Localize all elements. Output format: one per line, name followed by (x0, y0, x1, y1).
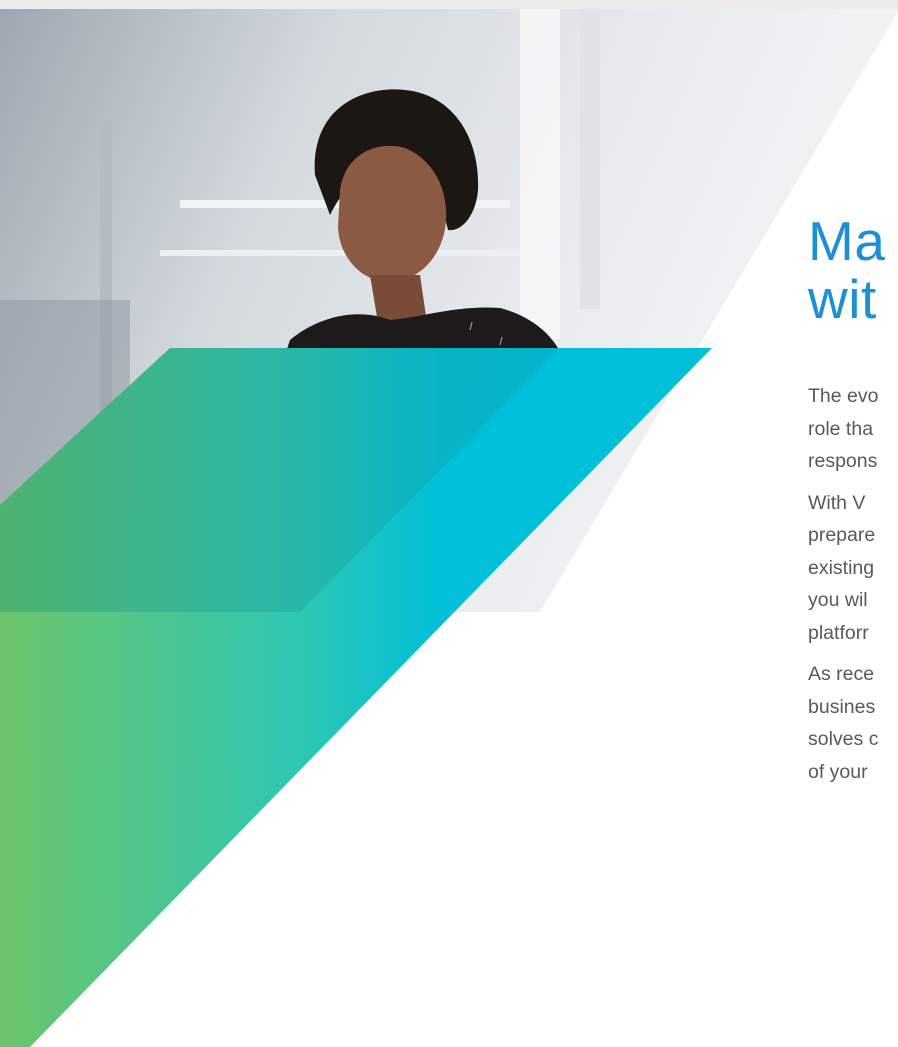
paragraph-line: busines (808, 695, 876, 718)
paragraph-line: platforr (808, 621, 869, 644)
headline-line-1: Ma (808, 210, 886, 272)
headline-line-2: wit (808, 268, 877, 330)
paragraph-line: As rece (808, 663, 875, 685)
paragraph-line: With V (808, 491, 866, 514)
paragraph-line: you wil (808, 589, 868, 611)
paragraph-line: of your (808, 760, 868, 783)
paragraph-line: prepare (808, 524, 876, 546)
paragraph-line: role tha (808, 417, 874, 440)
paragraph-line: The evo (808, 385, 879, 407)
paragraph-2: With V prepare existing you wil platforr (808, 487, 898, 650)
paragraph-line: respons (808, 450, 878, 472)
paragraph-line: existing (808, 556, 875, 579)
paragraph-1: The evo role tha respons (808, 380, 898, 478)
hero-artwork (0, 9, 898, 1047)
paragraph-3: As rece busines solves c of your (808, 658, 898, 788)
body-copy: The evo role tha respons With V prepare … (808, 380, 898, 797)
paragraph-line: solves c (808, 728, 879, 750)
page-headline: Ma wit (808, 212, 885, 328)
